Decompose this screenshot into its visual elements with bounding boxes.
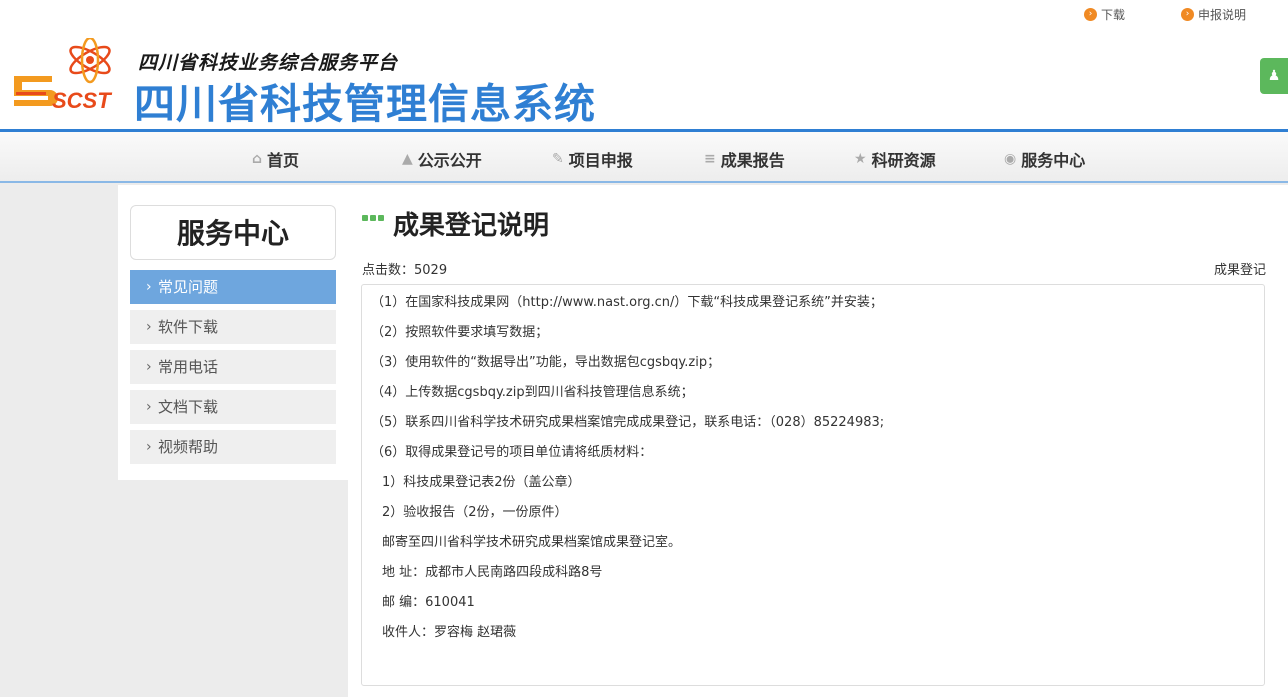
article-line: 邮寄至四川省科学技术研究成果档案馆成果登记室。 (382, 535, 682, 550)
nav-achievement-report[interactable]: ≡ 成果报告 (704, 147, 785, 171)
article-line: （1）在国家科技成果网（http://www.nast.org.cn/）下载“科… (371, 295, 883, 310)
sidebar-title: 服务中心 (130, 205, 336, 260)
star-icon: ★ (854, 151, 867, 167)
chevron-right-icon: › (146, 399, 152, 415)
nav-label: 科研资源 (871, 151, 936, 170)
user-login-button[interactable]: ♟ (1260, 58, 1288, 94)
sidebar-item-faq[interactable]: › 常见问题 (130, 270, 336, 304)
comment-icon: ◉ (1004, 151, 1017, 167)
nav-label: 成果报告 (720, 151, 785, 170)
article-category: 成果登记 (1213, 263, 1266, 278)
nav-label: 项目申报 (568, 151, 633, 170)
chevron-right-icon: › (146, 439, 152, 455)
scst-logo[interactable]: SCST (12, 38, 124, 118)
sidebar-item-software-download[interactable]: › 软件下载 (130, 310, 336, 344)
nav-project-application[interactable]: ✎ 项目申报 (552, 147, 633, 171)
sidebar-item-video-help[interactable]: › 视频帮助 (130, 430, 336, 464)
sidebar-item-label: 软件下载 (158, 318, 219, 336)
nav-research-resources[interactable]: ★ 科研资源 (854, 147, 936, 171)
signpost-icon: ≡ (704, 151, 716, 167)
nav-public-notice[interactable]: ▲ 公示公开 (402, 147, 482, 171)
article-line: （4）上传数据cgsbqy.zip到四川省科技管理信息系统； (371, 385, 694, 400)
article-line: （3）使用软件的“数据导出”功能，导出数据包cgsbqy.zip； (371, 355, 721, 370)
svg-text:SCST: SCST (52, 88, 112, 113)
home-icon: ⌂ (252, 151, 263, 167)
sidebar-item-label: 文档下载 (158, 398, 219, 416)
article-line: 2）验收报告（2份，一份原件） (382, 505, 568, 520)
bullhorn-icon: ▲ (402, 151, 413, 167)
article-line: （6）取得成果登记号的项目单位请将纸质材料： (371, 445, 653, 460)
sidebar-item-document-download[interactable]: › 文档下载 (130, 390, 336, 424)
user-icon: ♟ (1267, 68, 1281, 84)
nav-label: 公示公开 (417, 151, 482, 170)
article-line: 邮 编：610041 (382, 595, 475, 610)
application-guide-label: 申报说明 (1198, 8, 1247, 22)
pencil-icon: ✎ (552, 151, 564, 167)
click-count: 点击数：5029 (362, 263, 448, 278)
nav-label: 服务中心 (1021, 151, 1086, 170)
sidebar-item-phone-numbers[interactable]: › 常用电话 (130, 350, 336, 384)
title-marker-icon (362, 215, 384, 223)
main-nav: ⌂ 首页 ▲ 公示公开 ✎ 项目申报 ≡ 成果报告 ★ 科研资源 ◉ 服务中心 (0, 132, 1288, 183)
article-title: 成果登记说明 (393, 211, 550, 241)
arrow-circle-icon: › (1181, 8, 1194, 21)
sidebar-item-label: 视频帮助 (158, 438, 219, 456)
nav-label: 首页 (267, 151, 300, 170)
chevron-right-icon: › (146, 319, 152, 335)
article-line: （2）按照软件要求填写数据； (371, 325, 549, 340)
top-bar: › 下载 › 申报说明 (0, 0, 1288, 30)
chevron-right-icon: › (146, 279, 152, 295)
article-panel: 成果登记说明 点击数：5029 成果登记 （1）在国家科技成果网（http://… (348, 185, 1288, 697)
nav-service-center[interactable]: ◉ 服务中心 (1004, 147, 1085, 171)
article-line: （5）联系四川省科学技术研究成果档案馆完成成果登记，联系电话：（028）8522… (371, 415, 885, 430)
article-line: 1）科技成果登记表2份（盖公章） (382, 475, 581, 490)
article-line: 地 址：成都市人民南路四段成科路8号 (382, 565, 603, 580)
sidebar-item-label: 常见问题 (158, 278, 219, 296)
sidebar-item-label: 常用电话 (158, 358, 219, 376)
chevron-right-icon: › (146, 359, 152, 375)
arrow-circle-icon: › (1084, 8, 1097, 21)
site-header: SCST 四川省科技业务综合服务平台 四川省科技管理信息系统 ♟ (0, 30, 1288, 130)
article-line: 收件人：罗容梅 赵珺薇 (382, 625, 517, 640)
nav-home[interactable]: ⌂ 首页 (252, 147, 299, 171)
download-link-label: 下载 (1101, 8, 1126, 22)
sidebar: 服务中心 › 常见问题 › 软件下载 › 常用电话 › 文档下载 › 视频帮助 (118, 185, 348, 480)
system-title: 四川省科技管理信息系统 (134, 80, 596, 128)
article-body: （1）在国家科技成果网（http://www.nast.org.cn/）下载“科… (361, 284, 1265, 686)
download-link[interactable]: › 下载 (1084, 6, 1125, 23)
application-guide-link[interactable]: › 申报说明 (1181, 6, 1246, 23)
